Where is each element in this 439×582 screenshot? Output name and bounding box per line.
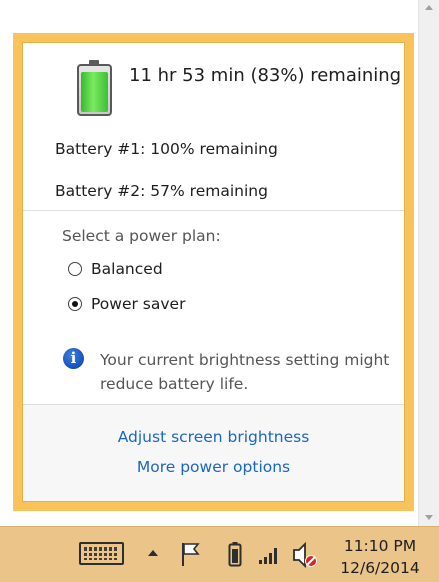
power-saver-radio[interactable] (68, 297, 82, 311)
taskbar: 11:10 PM 12/6/2014 (0, 526, 439, 582)
taskbar-clock[interactable]: 11:10 PM 12/6/2014 (330, 535, 430, 579)
speaker-muted-icon[interactable] (292, 541, 318, 569)
battery-flyout-panel: 11 hr 53 min (83%) remaining Battery #1:… (22, 42, 405, 502)
info-icon: i (63, 348, 84, 369)
scroll-down-arrow-icon[interactable] (425, 515, 433, 520)
flyout-links-section: Adjust screen brightness More power opti… (23, 404, 404, 501)
battery-status-section: 11 hr 53 min (83%) remaining Battery #1:… (23, 43, 404, 211)
touch-keyboard-icon[interactable] (79, 542, 124, 565)
battery-charge-fill (81, 72, 108, 112)
show-hidden-icons-chevron-icon[interactable] (148, 550, 158, 556)
desktop-scrollbar[interactable] (418, 0, 439, 526)
battery-level-icon (77, 60, 112, 118)
power-plan-option-balanced[interactable]: Balanced (68, 258, 163, 280)
battery-summary: 11 hr 53 min (83%) remaining (129, 65, 402, 86)
power-plan-label: Select a power plan: (62, 227, 221, 245)
battery-1-status: Battery #1: 100% remaining (55, 140, 278, 158)
network-signal-icon[interactable] (258, 543, 280, 565)
power-saver-label[interactable]: Power saver (91, 295, 185, 313)
balanced-radio[interactable] (68, 262, 82, 276)
balanced-label[interactable]: Balanced (91, 260, 163, 278)
scroll-up-arrow-icon[interactable] (425, 5, 433, 10)
action-center-flag-icon[interactable] (180, 541, 202, 567)
clock-time[interactable]: 11:10 PM (330, 535, 430, 557)
battery-icon[interactable] (228, 541, 242, 567)
power-plan-option-power-saver[interactable]: Power saver (68, 293, 185, 315)
brightness-info-text: Your current brightness setting might re… (100, 351, 390, 393)
adjust-screen-brightness-link[interactable]: Adjust screen brightness (23, 428, 404, 446)
more-power-options-link[interactable]: More power options (23, 458, 404, 476)
battery-2-status: Battery #2: 57% remaining (55, 182, 268, 200)
battery-flyout: 11 hr 53 min (83%) remaining Battery #1:… (13, 33, 414, 511)
section-divider (23, 210, 404, 211)
clock-date[interactable]: 12/6/2014 (330, 557, 430, 579)
